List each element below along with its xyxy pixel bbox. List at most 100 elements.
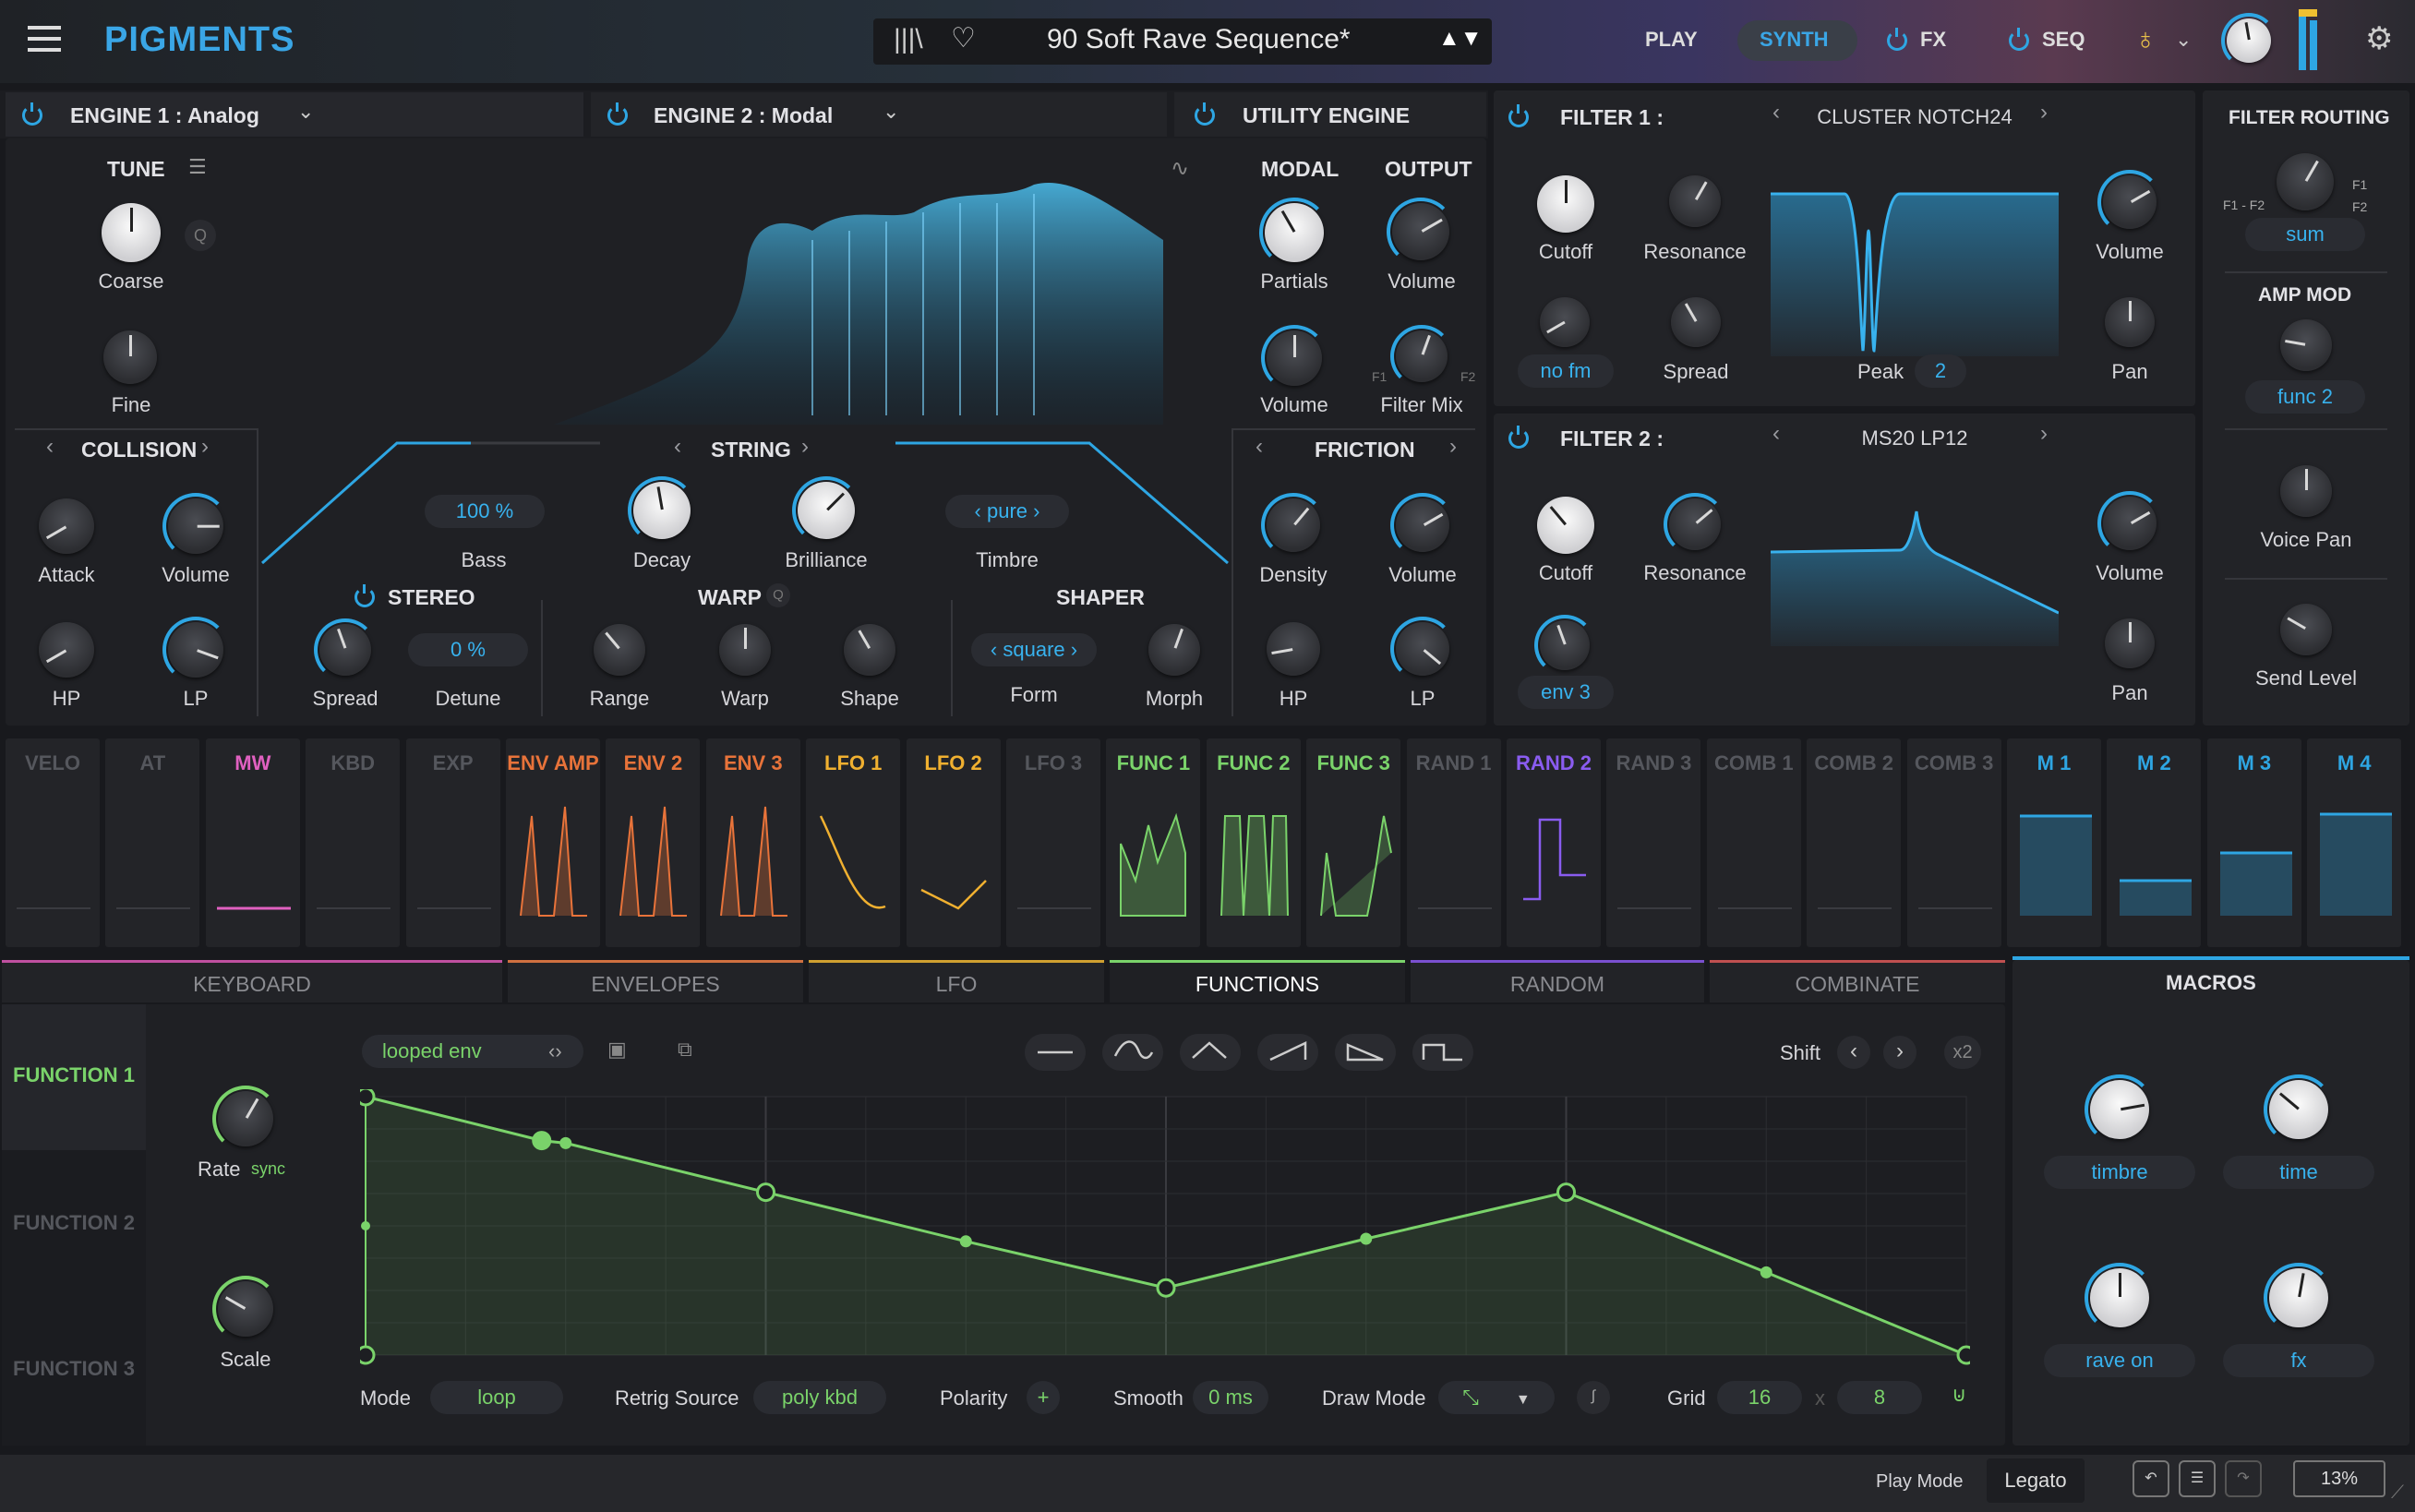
macro-timbre-label[interactable]: timbre <box>2044 1156 2195 1189</box>
mod-source-rand-3[interactable]: RAND 3 <box>1606 738 1701 947</box>
mod-source-velo[interactable]: VELO <box>6 738 100 947</box>
friction-prev-icon[interactable]: ‹ <box>1256 434 1263 460</box>
bulb-icon[interactable]: ♁ <box>2134 22 2157 56</box>
collision-attack-knob[interactable] <box>39 498 94 554</box>
filter2-mod-value[interactable]: env 3 <box>1518 676 1614 709</box>
filter-mix-knob[interactable] <box>1390 325 1453 388</box>
shape-knob[interactable] <box>844 624 895 676</box>
mod-source-comb-3[interactable]: COMB 3 <box>1906 738 2001 947</box>
shift-left-button[interactable]: ‹ <box>1837 1036 1870 1069</box>
sine-shape-button[interactable] <box>1102 1034 1163 1071</box>
x2-button[interactable]: x2 <box>1944 1036 1981 1069</box>
friction-lp-knob[interactable] <box>1390 617 1455 681</box>
partials-knob[interactable] <box>1259 198 1329 268</box>
function-point[interactable] <box>1556 1182 1576 1203</box>
square-shape-button[interactable] <box>1412 1034 1473 1071</box>
engine1-title[interactable]: ENGINE 1 : Analog <box>70 103 259 128</box>
stereo-power-icon[interactable] <box>354 584 375 607</box>
macro-time-knob[interactable] <box>2264 1074 2334 1145</box>
shift-right-button[interactable]: › <box>1883 1036 1916 1069</box>
warp-knob[interactable] <box>719 624 771 676</box>
function-point[interactable] <box>361 1221 370 1230</box>
fine-knob[interactable] <box>103 330 157 384</box>
ramp-up-shape-button[interactable] <box>1257 1034 1318 1071</box>
draw-mode-selector[interactable]: ⤡ ▼ <box>1438 1381 1555 1414</box>
filter1-spread-knob[interactable] <box>1671 297 1721 347</box>
spread-knob[interactable] <box>314 618 377 681</box>
undo-icon[interactable]: ↶ <box>2133 1460 2169 1497</box>
copy-icon[interactable]: ⧉ <box>678 1038 692 1062</box>
function-point[interactable] <box>1760 1266 1772 1278</box>
form-selector[interactable]: ‹ square › <box>971 633 1097 666</box>
triangle-shape-button[interactable] <box>1180 1034 1241 1071</box>
collision-lp-knob[interactable] <box>162 617 229 683</box>
mod-source-func-2[interactable]: FUNC 2 <box>1206 738 1301 947</box>
grid-y-value[interactable]: 8 <box>1837 1381 1922 1414</box>
range-knob[interactable] <box>594 624 645 676</box>
tab-random[interactable]: RANDOM <box>1411 960 1704 1002</box>
rate-sync-toggle[interactable]: sync <box>251 1159 285 1179</box>
mod-source-func-1[interactable]: FUNC 1 <box>1106 738 1201 947</box>
density-knob[interactable] <box>1261 493 1326 558</box>
mod-source-env-2[interactable]: ENV 2 <box>606 738 701 947</box>
seq-power-icon[interactable] <box>2009 28 2029 51</box>
function-graph[interactable] <box>360 1089 1970 1366</box>
redo-icon[interactable]: ↷ <box>2225 1460 2262 1497</box>
string-next-icon[interactable]: › <box>801 434 809 460</box>
mod-source-kbd[interactable]: KBD <box>306 738 401 947</box>
tab-fx[interactable]: FX <box>1920 28 1946 52</box>
function-point[interactable] <box>532 1131 552 1151</box>
settings-gear-icon[interactable]: ⚙ <box>2365 20 2393 57</box>
preset-name[interactable]: 90 Soft Rave Sequence* <box>1047 24 1351 55</box>
engine1-power-icon[interactable] <box>22 102 42 126</box>
tab-play[interactable]: PLAY <box>1645 28 1698 52</box>
coarse-knob[interactable] <box>102 203 161 262</box>
filter2-resonance-knob[interactable] <box>1664 493 1726 556</box>
play-mode-selector[interactable]: Legato <box>1987 1458 2085 1503</box>
function-point[interactable] <box>559 1136 572 1149</box>
filter1-next-icon[interactable]: › <box>2040 100 2048 126</box>
curve-tool-button[interactable]: ∫ <box>1577 1381 1610 1414</box>
output-volume-knob[interactable] <box>1387 198 1455 266</box>
flat-shape-button[interactable] <box>1025 1034 1086 1071</box>
filter2-pan-knob[interactable] <box>2105 618 2155 668</box>
heart-icon[interactable]: ♡ <box>951 22 976 54</box>
utility-power-icon[interactable] <box>1195 102 1215 126</box>
mod-source-m-4[interactable]: M 4 <box>2307 738 2402 947</box>
function-rate-knob[interactable] <box>212 1086 279 1152</box>
morph-knob[interactable] <box>1148 624 1200 676</box>
library-icon[interactable]: |||\ <box>894 24 923 55</box>
mod-source-rand-1[interactable]: RAND 1 <box>1406 738 1501 947</box>
tab-functions[interactable]: FUNCTIONS <box>1110 960 1405 1002</box>
filter2-cutoff-knob[interactable] <box>1537 497 1594 554</box>
function-scale-knob[interactable] <box>212 1276 279 1342</box>
chevron-down-icon[interactable]: ⌄ <box>2175 28 2192 52</box>
smooth-value[interactable]: 0 ms <box>1193 1381 1268 1414</box>
tune-settings-icon[interactable]: ☰ <box>188 155 207 179</box>
filter2-power-icon[interactable] <box>1508 426 1529 449</box>
macro-time-label[interactable]: time <box>2223 1156 2374 1189</box>
chevron-down-icon[interactable]: ⌄ <box>297 100 314 124</box>
ramp-down-shape-button[interactable] <box>1335 1034 1396 1071</box>
collision-hp-knob[interactable] <box>39 622 94 678</box>
warp-q-button[interactable]: Q <box>766 583 790 607</box>
mod-source-m-3[interactable]: M 3 <box>2206 738 2301 947</box>
filter1-volume-knob[interactable] <box>2097 170 2162 234</box>
macro-fx-knob[interactable] <box>2264 1263 2334 1333</box>
macro-rave-on-knob[interactable] <box>2085 1263 2155 1333</box>
tune-q-button[interactable]: Q <box>185 220 216 251</box>
tab-keyboard[interactable]: KEYBOARD <box>2 960 502 1002</box>
grid-x-value[interactable]: 16 <box>1717 1381 1802 1414</box>
filter1-power-icon[interactable] <box>1508 104 1529 127</box>
bass-value[interactable]: 100 % <box>425 495 545 528</box>
function-point[interactable] <box>756 1182 775 1203</box>
mod-source-lfo-3[interactable]: LFO 3 <box>1006 738 1100 947</box>
engine2-power-icon[interactable] <box>607 102 628 126</box>
filter1-fm-value[interactable]: no fm <box>1518 354 1614 388</box>
mod-source-comb-1[interactable]: COMB 1 <box>1706 738 1801 947</box>
friction-volume-knob[interactable] <box>1390 493 1455 558</box>
brilliance-knob[interactable] <box>792 476 860 545</box>
amp-mod-value[interactable]: func 2 <box>2245 380 2365 414</box>
amp-mod-knob[interactable] <box>2280 319 2332 371</box>
function-point[interactable] <box>1360 1232 1373 1245</box>
